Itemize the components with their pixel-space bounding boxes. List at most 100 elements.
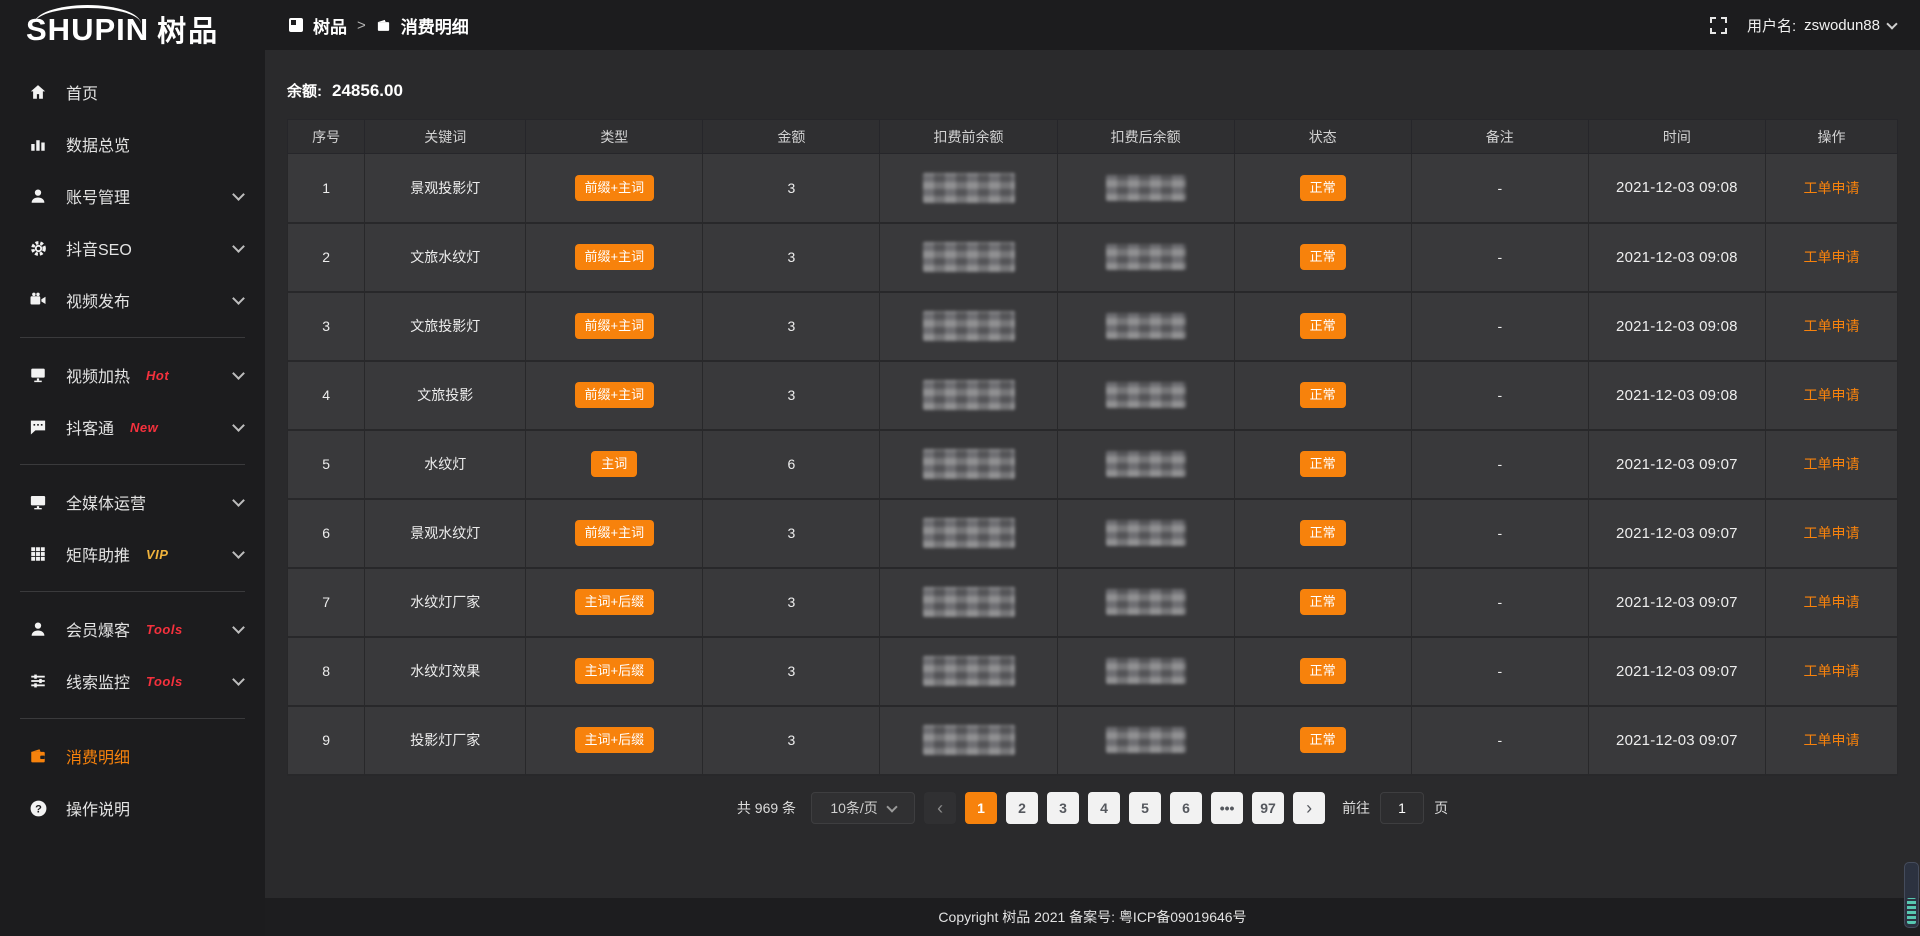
sidebar-item-home[interactable]: 首页 [0, 66, 265, 118]
gear-icon [28, 238, 48, 258]
status-badge: 正常 [1300, 382, 1346, 408]
redacted-balance-after [1106, 175, 1186, 201]
fullscreen-icon[interactable] [1710, 17, 1727, 34]
bar-chart-icon [28, 134, 48, 154]
sidebar-item-douketong[interactable]: 抖客通 New [0, 401, 265, 453]
sliders-icon [28, 671, 48, 691]
ticket-apply-link[interactable]: 工单申请 [1803, 525, 1859, 541]
type-badge: 主词+后缀 [575, 658, 655, 684]
sidebar-item-data-overview[interactable]: 数据总览 [0, 118, 265, 170]
redacted-balance-after [1106, 313, 1186, 339]
sidebar-item-label: 消费明细 [66, 744, 130, 768]
page-button-5[interactable]: 5 [1129, 792, 1161, 824]
page-button-6[interactable]: 6 [1170, 792, 1202, 824]
sidebar-item-video-heat[interactable]: 视频加热 Hot [0, 349, 265, 401]
col-balance-before: 扣费前余额 [880, 120, 1057, 154]
chevron-down-icon [232, 367, 245, 380]
row-time: 2021-12-03 09:07 [1588, 637, 1765, 706]
ticket-apply-link[interactable]: 工单申请 [1803, 456, 1859, 472]
goto-page-input[interactable] [1380, 792, 1424, 824]
top-header: 树品 > 消费明细 用户名: zswodun88 [265, 0, 1920, 50]
breadcrumb-current: 消费明细 [401, 13, 469, 38]
sidebar-item-consumption-detail[interactable]: 消费明细 [0, 730, 265, 782]
row-amount: 3 [703, 499, 880, 568]
row-remark: - [1411, 430, 1588, 499]
sidebar-item-instructions[interactable]: ? 操作说明 [0, 782, 265, 834]
sidebar-item-member-fans[interactable]: 会员爆客 Tools [0, 603, 265, 655]
page-size-select[interactable]: 10条/页 [811, 792, 915, 824]
page-button-4[interactable]: 4 [1088, 792, 1120, 824]
ticket-apply-link[interactable]: 工单申请 [1803, 594, 1859, 610]
redacted-balance-before [923, 449, 1015, 479]
col-balance-after: 扣费后余额 [1057, 120, 1234, 154]
type-badge: 前缀+主词 [575, 382, 655, 408]
page-button-3[interactable]: 3 [1047, 792, 1079, 824]
status-badge: 正常 [1300, 658, 1346, 684]
row-keyword: 景观投影灯 [365, 154, 526, 223]
table-row: 3 文旅投影灯 前缀+主词 3 正常 - 2021-12-03 09:08 工单… [288, 292, 1898, 361]
row-index: 1 [288, 154, 365, 223]
type-badge: 主词 [591, 451, 637, 477]
page-button-1[interactable]: 1 [965, 792, 997, 824]
video-camera-icon [28, 290, 48, 310]
sidebar-item-douyin-seo[interactable]: 抖音SEO [0, 222, 265, 274]
sidebar-item-label: 首页 [66, 80, 98, 104]
row-balance-after [1057, 430, 1234, 499]
row-balance-after [1057, 637, 1234, 706]
next-page-button[interactable]: › [1293, 792, 1325, 824]
chevron-down-icon [232, 494, 245, 507]
ticket-apply-link[interactable]: 工单申请 [1803, 387, 1859, 403]
ticket-apply-link[interactable]: 工单申请 [1803, 180, 1859, 196]
col-status: 状态 [1234, 120, 1411, 154]
status-badge: 正常 [1300, 244, 1346, 270]
menu-divider [20, 591, 245, 592]
user-menu[interactable]: 用户名: zswodun88 [1747, 15, 1896, 36]
row-amount: 3 [703, 568, 880, 637]
sidebar-item-lead-monitor[interactable]: 线索监控 Tools [0, 655, 265, 707]
col-action: 操作 [1765, 120, 1897, 154]
ticket-apply-link[interactable]: 工单申请 [1803, 663, 1859, 679]
balance: 余额: 24856.00 [287, 80, 1898, 101]
col-keyword: 关键词 [365, 120, 526, 154]
status-badge: 正常 [1300, 727, 1346, 753]
sidebar-item-video-publish[interactable]: 视频发布 [0, 274, 265, 326]
row-balance-after [1057, 568, 1234, 637]
status-badge: 正常 [1300, 175, 1346, 201]
redacted-balance-before [923, 173, 1015, 203]
table-header-row: 序号 关键词 类型 金额 扣费前余额 扣费后余额 状态 备注 时间 操作 [288, 120, 1898, 154]
sidebar-item-account-mgmt[interactable]: 账号管理 [0, 170, 265, 222]
chevron-down-icon [232, 188, 245, 201]
goto-label: 前往 [1342, 798, 1370, 818]
row-amount: 3 [703, 292, 880, 361]
sidebar-item-label: 矩阵助推 [66, 542, 130, 566]
ticket-apply-link[interactable]: 工单申请 [1803, 732, 1859, 748]
sidebar-item-matrix-boost[interactable]: 矩阵助推 VIP [0, 528, 265, 580]
breadcrumb-root[interactable]: 树品 [313, 13, 347, 38]
row-amount: 3 [703, 706, 880, 775]
row-remark: - [1411, 706, 1588, 775]
wallet-icon [376, 18, 391, 33]
breadcrumb-separator: > [357, 17, 366, 34]
prev-page-button[interactable]: ‹ [924, 792, 956, 824]
floating-widget[interactable] [1904, 862, 1919, 928]
page-button-2[interactable]: 2 [1006, 792, 1038, 824]
type-badge: 主词+后缀 [575, 589, 655, 615]
footer: Copyright 树品 2021 备案号: 粤ICP备09019646号 [265, 898, 1920, 936]
row-balance-after [1057, 361, 1234, 430]
breadcrumb: 树品 > 消费明细 [289, 13, 469, 38]
row-amount: 3 [703, 154, 880, 223]
chevron-down-icon [232, 419, 245, 432]
row-remark: - [1411, 154, 1588, 223]
new-badge: New [130, 420, 158, 435]
page-ellipsis-button[interactable]: ••• [1211, 792, 1243, 824]
type-badge: 主词+后缀 [575, 727, 655, 753]
balance-label: 余额: [287, 80, 322, 101]
redacted-balance-after [1106, 589, 1186, 615]
chevron-down-icon [232, 673, 245, 686]
sidebar-item-all-media[interactable]: 全媒体运营 [0, 476, 265, 528]
table-row: 8 水纹灯效果 主词+后缀 3 正常 - 2021-12-03 09:07 工单… [288, 637, 1898, 706]
topbar-right: 用户名: zswodun88 [1710, 15, 1896, 36]
ticket-apply-link[interactable]: 工单申请 [1803, 318, 1859, 334]
ticket-apply-link[interactable]: 工单申请 [1803, 249, 1859, 265]
page-button-97[interactable]: 97 [1252, 792, 1284, 824]
